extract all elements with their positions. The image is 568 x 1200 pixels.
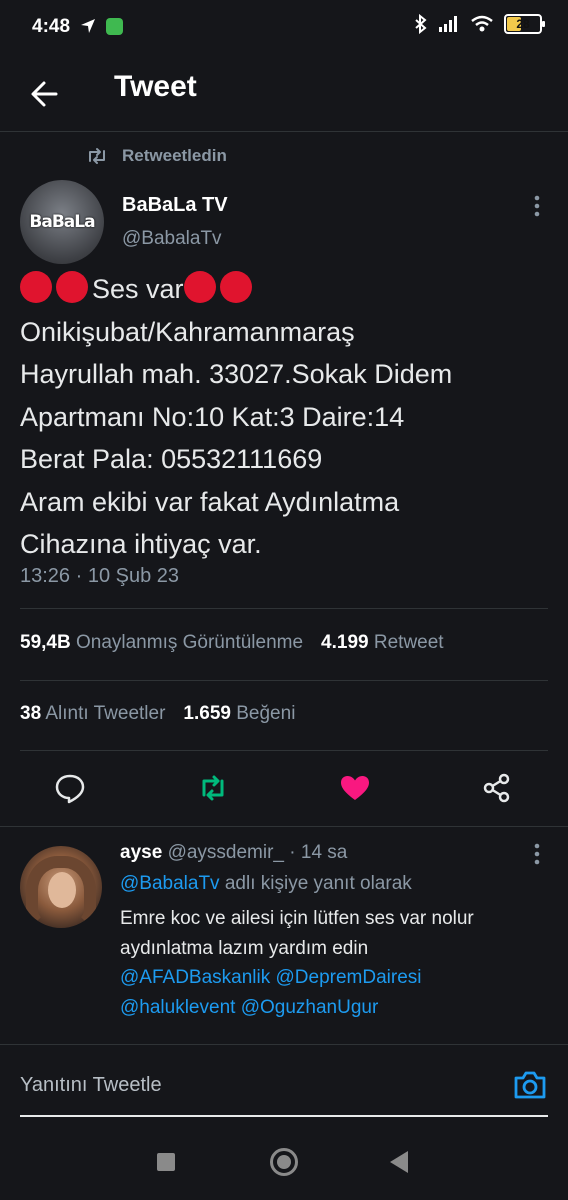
home-icon[interactable] <box>270 1148 298 1176</box>
reply-line-1: Emre koc ve ailesi için lütfen ses var n… <box>120 908 474 929</box>
mention-link[interactable]: @haluklevent <box>120 997 235 1018</box>
signal-icon <box>439 16 457 32</box>
author-handle[interactable]: @BabalaTv <box>122 228 222 250</box>
avatar-face <box>48 872 76 908</box>
share-icon <box>483 773 510 803</box>
tweet-line-3: Hayrullah mah. 33027.Sokak Didem <box>20 359 453 389</box>
red-circle-emoji-icon <box>20 271 52 303</box>
likes-count: 1.659 <box>183 703 231 724</box>
reply-author-name[interactable]: ayse <box>120 842 162 863</box>
tweet-line-5: Berat Pala: 05532111669 <box>20 444 323 474</box>
wifi-icon <box>471 15 493 32</box>
replying-to-handle[interactable]: @BabalaTv <box>120 873 220 894</box>
bluetooth-icon <box>415 14 427 34</box>
status-bar: 4:48 28 <box>0 0 568 56</box>
status-icons: 28 <box>414 14 545 34</box>
red-circle-emoji-icon <box>219 271 252 303</box>
more-options-icon[interactable] <box>528 194 546 218</box>
back-arrow-icon[interactable] <box>26 74 66 114</box>
tweet-line-7: Cihazına ihtiyaç var. <box>20 529 262 559</box>
reply-author-handle[interactable]: @ayssdemir_ <box>168 842 284 863</box>
divider <box>0 826 568 827</box>
battery-icon: 28 <box>504 14 545 34</box>
battery-level: 28 <box>516 17 530 31</box>
tweet-line-4: Apartmanı No:10 Kat:3 Daire:14 <box>20 401 405 432</box>
reply-header: ayse @ayssdemir_ · 14 sa <box>120 842 347 864</box>
retweet-icon <box>202 775 224 801</box>
quotes-label[interactable]: Alıntı Tweetler <box>45 703 165 724</box>
comment-icon <box>55 774 85 804</box>
divider <box>20 680 548 681</box>
red-circle-emoji-icon <box>56 271 88 303</box>
recent-apps-icon[interactable] <box>157 1153 175 1171</box>
tweet-actions <box>0 766 568 812</box>
mention-link[interactable]: @DepremDairesi <box>276 967 422 988</box>
stats-row-1: 59,4B Onaylanmış Görüntülenme 4.199 Retwe… <box>20 632 444 654</box>
tweet-text: Ses var Onikişubat/Kahramanmaraş Hayrull… <box>20 268 550 566</box>
retweeted-label: Retweetledin <box>122 146 227 165</box>
tweet-line-6: Aram ekibi var fakat Aydınlatma <box>20 486 400 517</box>
status-time: 4:48 <box>32 16 71 37</box>
retweets-count: 4.199 <box>321 632 369 653</box>
share-button[interactable] <box>475 766 519 810</box>
mention-link[interactable]: @AFADBaskanlik <box>120 967 270 988</box>
reply-line-2: aydınlatma lazım yardım edin <box>120 937 369 959</box>
stats-row-2: 38 Alıntı Tweetler 1.659 Beğeni <box>20 703 295 725</box>
author-name[interactable]: BaBaLa TV <box>122 194 228 217</box>
mention-link[interactable]: @OguzhanUgur <box>241 997 379 1018</box>
retweeted-indicator: Retweetledin <box>86 146 227 166</box>
reply-more-options-icon[interactable] <box>528 842 546 866</box>
divider <box>20 750 548 751</box>
top-header: Tweet <box>0 56 568 132</box>
camera-icon[interactable] <box>512 1069 548 1101</box>
replying-to-text: adlı kişiye yanıt olarak <box>224 873 412 894</box>
tweet-line-1-text: Ses var <box>92 274 184 304</box>
red-circle-emoji-icon <box>183 271 216 303</box>
likes-label[interactable]: Beğeni <box>236 703 295 724</box>
tweet-timestamp: 13:26 · 10 Şub 23 <box>20 565 180 587</box>
compose-underline <box>20 1115 548 1117</box>
reply-input[interactable]: Yanıtını Tweetle <box>20 1074 162 1097</box>
views-count: 59,4B <box>20 632 71 653</box>
reply-button[interactable] <box>48 766 92 810</box>
reply-text: Emre koc ve ailesi için lütfen ses var n… <box>120 904 540 1022</box>
reply-compose-bar: Yanıtını Tweetle <box>0 1044 568 1126</box>
author-avatar[interactable]: BaBaLa <box>20 180 104 264</box>
reply-author-avatar[interactable] <box>20 846 102 928</box>
replying-to: @BabalaTv adlı kişiye yanıt olarak <box>120 873 412 895</box>
retweets-label[interactable]: Retweet <box>374 632 444 653</box>
like-button[interactable] <box>333 766 377 810</box>
retweet-small-icon <box>89 148 105 164</box>
nav-back-icon[interactable] <box>390 1151 408 1173</box>
heart-icon <box>341 776 369 800</box>
system-nav-bar <box>0 1130 568 1200</box>
tweet-line-2: Onikişubat/Kahramanmaraş <box>20 316 355 347</box>
views-label[interactable]: Onaylanmış Görüntülenme <box>76 632 303 653</box>
tweet-line-1: Ses var <box>20 268 550 311</box>
divider <box>20 608 548 609</box>
reply-time: · 14 sa <box>289 842 348 863</box>
location-arrow-icon <box>81 19 95 33</box>
retweet-button[interactable] <box>191 766 235 810</box>
quotes-count: 38 <box>20 703 42 724</box>
app-notification-icon <box>106 18 123 35</box>
avatar-logo: BaBaLa <box>29 212 95 232</box>
page-title: Tweet <box>114 70 197 103</box>
